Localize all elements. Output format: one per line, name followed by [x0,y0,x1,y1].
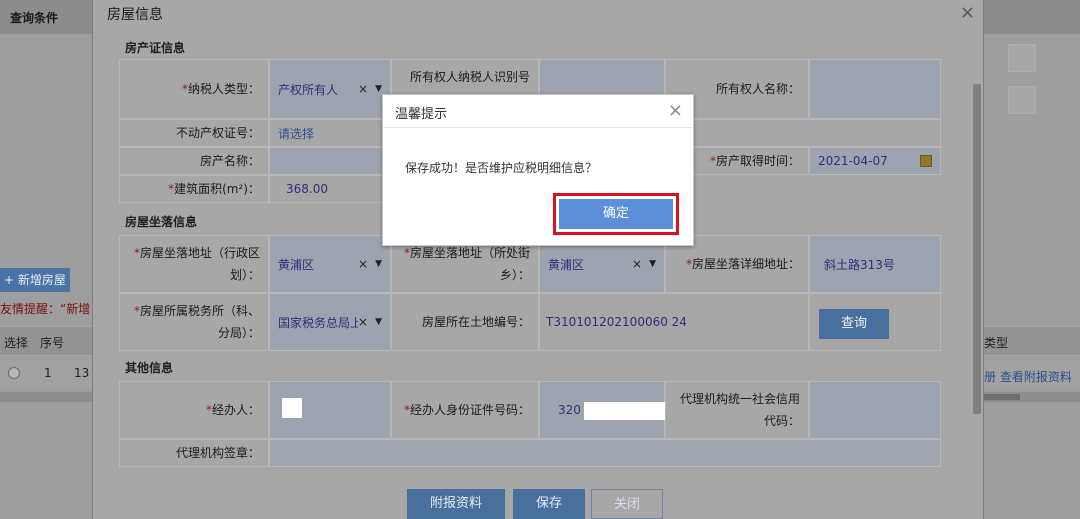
taxpayer-type-label: * 纳税人类型： [119,59,269,119]
agency-seal-label: 代理机构签章： [119,439,269,467]
land-number-label: 房屋所在土地编号： [391,293,539,351]
clear-icon: × [357,257,368,271]
district-label: *房屋坐落地址（行政区 划）： [119,235,269,293]
chevron-down-icon: ▼ [649,259,656,269]
column-header-select: 选择 [4,336,29,350]
agency-seal-input[interactable] [269,439,941,467]
area-label: * 建筑面积(m²)： [119,175,269,203]
modal-title: 房屋信息 [107,7,163,23]
agency-credit-code-input[interactable] [809,381,941,439]
tax-office-select[interactable]: 国家税务总局上 × ▼ [269,293,391,351]
clear-icon: × [631,257,642,271]
alert-dialog: 温馨提示 × 保存成功！是否维护应税明细信息？ 确定 [382,94,694,246]
section-location-info: 房屋坐落信息 [125,215,198,229]
taxpayer-type-select[interactable]: 产权所有人 × ▼ [269,59,391,119]
alert-divider [383,127,693,128]
tax-office-label: *房屋所属税务所（科、 分局）： [119,293,269,351]
clear-icon: × [357,82,368,96]
alert-title: 温馨提示 [395,107,448,122]
chevron-down-icon: ▼ [375,317,382,327]
friendly-tip-text: 友情提醒：“新增 [0,302,91,316]
handler-id-input[interactable]: 320 [539,381,666,439]
column-header-type: 类型 [984,336,1009,350]
district-select[interactable]: 黄浦区 × ▼ [269,235,391,293]
house-info-modal: 房屋信息 × 房产证信息 * 纳税人类型： 产权所有人 × ▼ 所有权人纳税人识别号… [92,0,984,519]
handler-redacted-box [282,398,302,418]
close-icon[interactable]: × [960,2,975,23]
handler-label: * 经办人： [119,381,269,439]
section-other-info: 其他信息 [125,361,174,375]
row-select-radio[interactable] [8,367,20,379]
query-conditions-title: 查询条件 [10,11,59,25]
confirm-button-highlight: 确定 [553,193,679,235]
clear-icon: × [357,315,368,329]
add-house-button[interactable]: + 新增房屋 [0,268,70,292]
detail-address-input[interactable]: 斜土路313号 [809,235,941,293]
house-name-label: 房产名称： [119,147,269,175]
calendar-icon[interactable] [920,155,932,167]
scrollbar-thumb[interactable] [984,394,1020,400]
background-input-box [1008,86,1036,114]
close-button[interactable]: 关闭 [591,489,663,519]
house-name-input[interactable] [269,147,391,175]
background-input-box [1008,44,1036,72]
save-button[interactable]: 保存 [513,489,585,519]
view-attachments-link[interactable]: 册 查看附报资料 [984,368,1072,385]
row-id: 13 [74,366,90,380]
section-cert-info: 房产证信息 [125,41,186,55]
alert-message: 保存成功！是否维护应税明细信息？ [405,161,598,175]
handler-input[interactable] [269,381,391,439]
column-header-index: 序号 [40,336,65,350]
area-value: 368.00 [269,175,391,203]
chevron-down-icon: ▼ [375,259,382,269]
chevron-down-icon: ▼ [375,84,382,94]
close-icon[interactable]: × [668,100,683,121]
acquire-time-input[interactable]: 2021-04-07 [809,147,941,175]
land-number-value: T310101202100060 24 [539,293,809,351]
owner-name-input[interactable] [809,59,941,119]
vertical-scrollbar[interactable] [973,84,981,414]
confirm-button[interactable]: 确定 [559,199,673,229]
row-index: 1 [44,366,52,380]
query-button[interactable]: 查询 [819,309,889,339]
property-cert-label: 不动产权证号： [119,119,269,147]
agency-credit-code-label: 代理机构统一社会信用 代码： [665,381,809,439]
attach-materials-button[interactable]: 附报资料 [407,489,505,519]
handler-id-redacted-box [584,402,666,420]
handler-id-label: * 经办人身份证件号码： [391,381,539,439]
